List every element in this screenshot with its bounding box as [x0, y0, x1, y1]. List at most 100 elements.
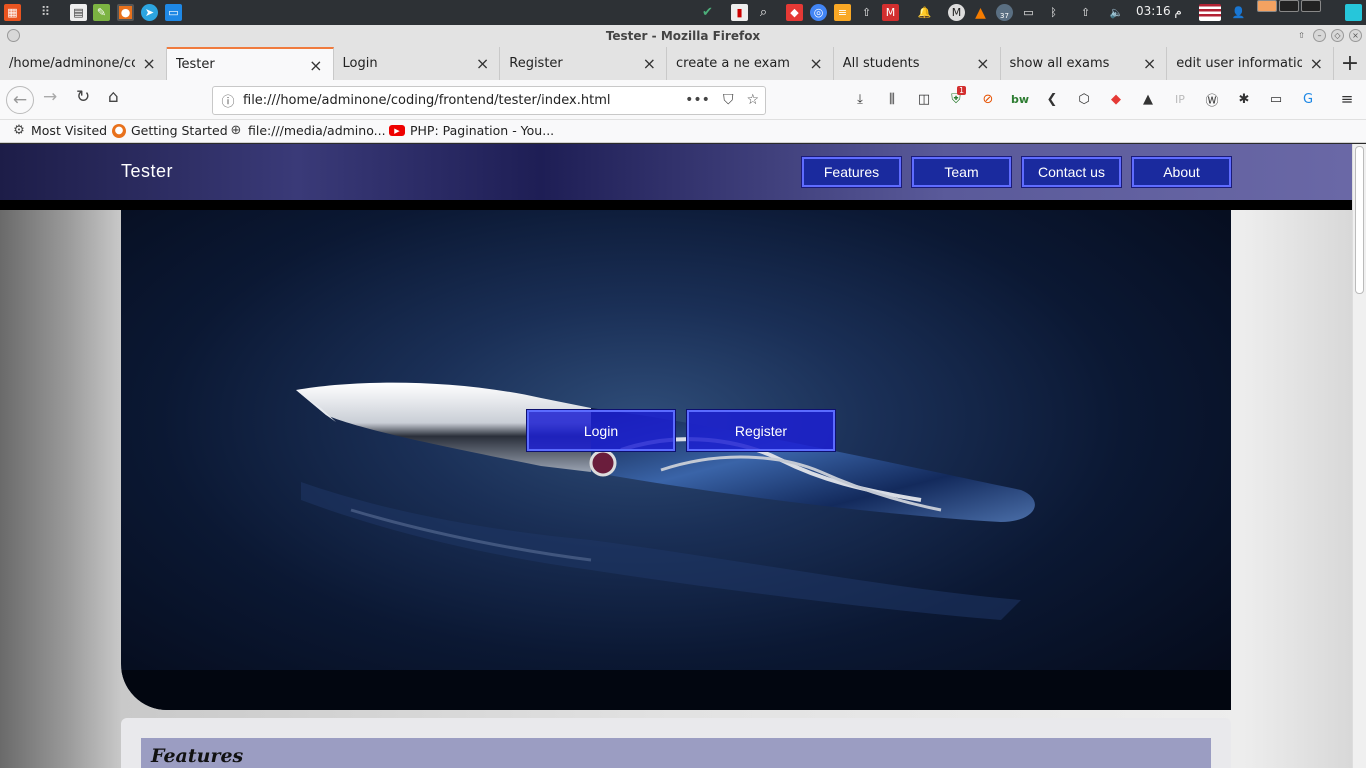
chrome-tray-icon[interactable]: ◎	[810, 4, 827, 21]
pill-extension-icon[interactable]: ◆	[1105, 88, 1127, 110]
m-tray-icon[interactable]: M	[948, 4, 965, 21]
window-menu-icon[interactable]	[7, 29, 20, 42]
nav-features-button[interactable]: Features	[801, 156, 902, 188]
nav-about-button[interactable]: About	[1131, 156, 1232, 188]
screen: ▦ ⠿ ▤ ✎ ● ➤ ▭ ✔ ▮ ⌕ ◆ ◎ ≡ ⇧ M 🔔 M ▲ 37 ▭…	[0, 0, 1366, 768]
reload-icon[interactable]: ↻	[76, 89, 90, 106]
sticky-notes-tray-icon[interactable]: ≡	[834, 4, 851, 21]
tab-label: show all exams	[1009, 56, 1110, 71]
window-title: Tester - Mozilla Firefox	[605, 29, 761, 43]
tab-register[interactable]: Register ×	[500, 47, 667, 80]
page-viewport: Tester Features Team Contact us About Lo…	[0, 144, 1352, 768]
features-title: Features	[151, 745, 244, 767]
tab-login[interactable]: Login ×	[334, 47, 501, 80]
workspace-1[interactable]	[1257, 0, 1277, 12]
drive-icon[interactable]: ▭	[1265, 88, 1287, 110]
minimize-icon[interactable]: –	[1313, 29, 1326, 42]
bluetooth-icon[interactable]: ᛒ	[1045, 4, 1062, 21]
tab-show-all-exams[interactable]: show all exams ×	[1001, 47, 1168, 80]
hero-login-button[interactable]: Login	[526, 409, 676, 452]
bookmark-media-file[interactable]: ⊕ file:///media/admino...	[229, 123, 386, 138]
tab-edit-user[interactable]: edit user information ×	[1167, 47, 1334, 80]
tab-home-directory[interactable]: /home/adminone/coding/frontend/tester/ ×	[0, 47, 167, 80]
close-tab-icon[interactable]: ×	[1310, 54, 1323, 73]
close-tab-icon[interactable]: ×	[1143, 54, 1156, 73]
forward-icon[interactable]: →	[43, 89, 57, 106]
workspace-2[interactable]	[1279, 0, 1299, 12]
volume-icon[interactable]: 🔈	[1108, 4, 1125, 21]
mail-tray-icon[interactable]: M	[882, 4, 899, 21]
us-flag-icon[interactable]	[1199, 4, 1221, 21]
bookmark-label: Most Visited	[31, 123, 108, 138]
display-tray-icon[interactable]: ▭	[1020, 4, 1037, 21]
window-titlebar: Tester - Mozilla Firefox	[0, 25, 1366, 47]
hamburger-menu-icon[interactable]: ≡	[1336, 88, 1358, 110]
app-menu-icon[interactable]: ▦	[4, 4, 21, 21]
close-tab-icon[interactable]: ×	[643, 54, 656, 73]
ruler-extension-icon[interactable]: ▲	[1137, 88, 1159, 110]
workspace-3[interactable]	[1301, 0, 1321, 12]
close-tab-icon[interactable]: ×	[142, 54, 155, 73]
close-tab-icon[interactable]: ×	[476, 54, 489, 73]
telegram-icon[interactable]: ➤	[141, 4, 158, 21]
vlc-tray-icon[interactable]: ▲	[972, 4, 989, 21]
show-desktop-icon[interactable]	[1345, 4, 1362, 21]
new-tab-icon[interactable]: +	[1334, 47, 1366, 80]
gear-icon: ⚙	[13, 123, 25, 138]
bookmark-php-pagination[interactable]: ▶ PHP: Pagination - You...	[389, 123, 554, 138]
chevron-left-icon[interactable]: ❮	[1041, 88, 1063, 110]
site-brand[interactable]: Tester	[121, 161, 173, 182]
nav-team-button[interactable]: Team	[911, 156, 1012, 188]
close-tab-icon[interactable]: ×	[809, 54, 822, 73]
bookmark-getting-started[interactable]: ● Getting Started	[112, 123, 228, 138]
back-icon[interactable]: ←	[6, 86, 34, 114]
url-bar[interactable]: ⓘ file:///home/adminone/coding/frontend/…	[212, 86, 766, 115]
close-window-icon[interactable]: ×	[1349, 29, 1362, 42]
ip-extension-icon[interactable]: IP	[1169, 88, 1191, 110]
tab-tester[interactable]: Tester ×	[166, 47, 334, 80]
maximize-icon[interactable]: ◇	[1331, 29, 1344, 42]
files-icon[interactable]: ▤	[70, 4, 87, 21]
bookmark-star-icon[interactable]: ☆	[746, 92, 759, 108]
wappalyzer-icon[interactable]: Ⓦ	[1201, 88, 1223, 110]
bookmark-most-visited[interactable]: ⚙ Most Visited	[12, 123, 107, 138]
clock[interactable]: 03:16 م	[1136, 4, 1182, 18]
nav-contact-button[interactable]: Contact us	[1021, 156, 1122, 188]
anydesk-tray-icon[interactable]: ◆	[786, 4, 803, 21]
bookmarks-toolbar: ⚙ Most Visited ● Getting Started ⊕ file:///…	[0, 120, 1366, 143]
app-grid-icon[interactable]: ⠿	[37, 4, 54, 21]
tab-all-students[interactable]: All students ×	[834, 47, 1001, 80]
css-extension-icon[interactable]: ⬡	[1073, 88, 1095, 110]
ublock-icon[interactable]: ⛨ 1	[945, 86, 967, 110]
tab-create-exam[interactable]: create a ne exam ×	[667, 47, 834, 80]
url-text[interactable]: file:///home/adminone/coding/frontend/te…	[243, 93, 611, 108]
block-icon[interactable]: ⊘	[977, 88, 999, 110]
scrollbar-thumb[interactable]	[1355, 146, 1364, 294]
page-scrollbar[interactable]	[1352, 144, 1366, 768]
page-actions-icon[interactable]: •••	[685, 92, 710, 108]
notes-tray-icon[interactable]: ▮	[731, 4, 748, 21]
clipboard-tray-icon[interactable]: ⇧	[1077, 4, 1094, 21]
library-icon[interactable]: ⫼	[881, 88, 903, 110]
firefox-task-icon[interactable]: ●	[117, 4, 134, 21]
keep-above-icon[interactable]: ⇧	[1295, 29, 1308, 42]
translate-icon[interactable]: G	[1297, 88, 1319, 110]
bw-extension-icon[interactable]: bw	[1009, 88, 1031, 110]
folder-icon[interactable]: ▭	[165, 4, 182, 21]
home-icon[interactable]: ⌂	[108, 89, 119, 106]
hero-register-button[interactable]: Register	[686, 409, 836, 452]
pocket-icon[interactable]: ⛉	[723, 92, 734, 108]
sidebar-icon[interactable]: ◫	[913, 88, 935, 110]
check-tray-icon[interactable]: ✔	[699, 4, 716, 21]
info-icon[interactable]: ⓘ	[213, 91, 243, 110]
bell-icon[interactable]: 🔔	[916, 4, 933, 21]
bug-icon[interactable]: ✱	[1233, 88, 1255, 110]
editor-icon[interactable]: ✎	[93, 4, 110, 21]
upload-tray-icon[interactable]: ⇧	[858, 4, 875, 21]
downloads-icon[interactable]: ⤓	[849, 88, 871, 110]
search-tray-icon[interactable]: ⌕	[755, 4, 772, 21]
user-icon[interactable]: 👤	[1230, 4, 1247, 21]
close-tab-icon[interactable]: ×	[976, 54, 989, 73]
close-tab-icon[interactable]: ×	[309, 56, 322, 75]
battery-tray-icon[interactable]: 37	[996, 4, 1013, 21]
